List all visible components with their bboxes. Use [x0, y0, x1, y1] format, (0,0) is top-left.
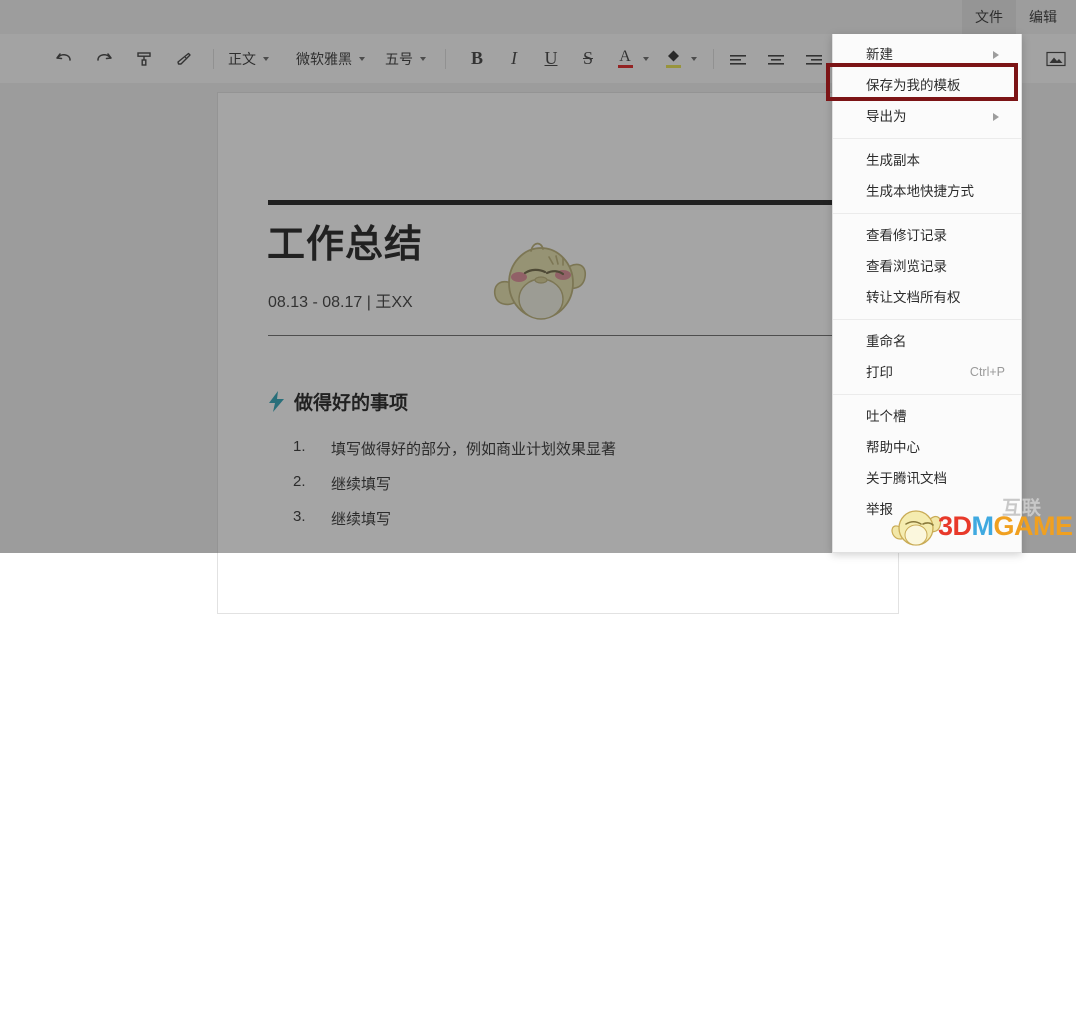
- redo-icon[interactable]: [88, 42, 120, 75]
- toolbar-separator: [713, 49, 714, 69]
- menubar-item-file[interactable]: 文件: [962, 0, 1016, 34]
- menu-item-feedback[interactable]: 吐个槽: [833, 401, 1021, 432]
- menu-separator: [833, 394, 1021, 395]
- menu-item-make-a-copy[interactable]: 生成副本: [833, 145, 1021, 176]
- menu-item-label: 转让文档所有权: [866, 290, 961, 305]
- list-item-number: 3.: [293, 508, 306, 525]
- file-dropdown-menu[interactable]: 新建 保存为我的模板 导出为 生成副本 生成本地快捷方式 查看修订记录 查看浏览…: [832, 34, 1022, 553]
- font-family-value: 微软雅黑: [296, 50, 352, 67]
- list-item-text: 继续填写: [331, 511, 392, 528]
- menu-separator: [833, 138, 1021, 139]
- font-size-value: 五号: [385, 50, 413, 67]
- menubar-item-edit[interactable]: 编辑: [1016, 0, 1070, 34]
- menu-item-create-local-shortcut[interactable]: 生成本地快捷方式: [833, 176, 1021, 207]
- document-subtitle: 08.13 - 08.17 | 王XX: [268, 294, 413, 311]
- menu-separator: [833, 319, 1021, 320]
- align-left-icon[interactable]: [723, 42, 753, 75]
- chevron-down-icon: [643, 56, 649, 61]
- menu-item-label: 打印: [866, 365, 893, 380]
- menu-item-label: 关于腾讯文档: [866, 471, 947, 486]
- list-item: 1. 填写做得好的部分，例如商业计划效果显著: [293, 438, 873, 459]
- menu-item-label: 导出为: [866, 109, 907, 124]
- menu-item-shortcut: Ctrl+P: [969, 365, 1005, 379]
- font-color-button[interactable]: A: [610, 42, 640, 75]
- menu-item-print[interactable]: 打印 Ctrl+P: [833, 357, 1021, 388]
- paint-bucket-icon: [667, 50, 679, 62]
- chevron-right-icon: [993, 112, 999, 121]
- menu-item-view-browse-history[interactable]: 查看浏览记录: [833, 251, 1021, 282]
- paragraph-style-value: 正文: [228, 50, 256, 67]
- align-right-icon[interactable]: [799, 42, 829, 75]
- menu-item-label: 重命名: [866, 334, 907, 349]
- document-ordered-list: 1. 填写做得好的部分，例如商业计划效果显著 2. 继续填写 3. 继续填写: [293, 438, 873, 543]
- format-painter-icon[interactable]: [128, 42, 160, 75]
- paragraph-style-dropdown[interactable]: 正文: [228, 42, 269, 75]
- menu-item-save-as-my-template[interactable]: 保存为我的模板: [833, 70, 1021, 101]
- toolbar-separator: [445, 49, 446, 69]
- chevron-down-icon: [263, 56, 269, 61]
- menu-item-new[interactable]: 新建: [833, 39, 1021, 70]
- highlight-color-swatch: [665, 65, 681, 68]
- menu-item-label: 保存为我的模板: [866, 78, 961, 93]
- list-item: 3. 继续填写: [293, 508, 873, 529]
- chick-mascot-illustration: [493, 242, 587, 320]
- document-section-title: 做得好的事项: [294, 393, 409, 414]
- menu-item-label: 帮助中心: [866, 440, 920, 455]
- menu-item-rename[interactable]: 重命名: [833, 326, 1021, 357]
- title-rule-top: [268, 200, 888, 205]
- font-color-dropdown[interactable]: [639, 42, 653, 75]
- list-item-number: 2.: [293, 473, 306, 490]
- list-item-number: 1.: [293, 438, 306, 455]
- font-size-dropdown[interactable]: 五号: [385, 42, 426, 75]
- italic-button[interactable]: I: [499, 42, 529, 75]
- list-item: 2. 继续填写: [293, 473, 873, 494]
- menu-item-label: 新建: [866, 47, 893, 62]
- chevron-down-icon: [359, 56, 365, 61]
- eraser-icon[interactable]: [168, 42, 200, 75]
- undo-icon[interactable]: [48, 42, 80, 75]
- chevron-down-icon: [691, 56, 697, 61]
- lightning-bolt-icon: [269, 391, 284, 412]
- menu-item-help-center[interactable]: 帮助中心: [833, 432, 1021, 463]
- highlight-color-button[interactable]: [658, 42, 688, 75]
- menu-item-about-tencent-docs[interactable]: 关于腾讯文档: [833, 463, 1021, 494]
- underline-button[interactable]: U: [536, 42, 566, 75]
- menu-item-transfer-ownership[interactable]: 转让文档所有权: [833, 282, 1021, 313]
- strikethrough-button[interactable]: S: [573, 42, 603, 75]
- menubar: 文件 编辑: [0, 0, 1076, 35]
- list-item-text: 填写做得好的部分，例如商业计划效果显著: [331, 441, 617, 458]
- document-section-header: 做得好的事项: [268, 388, 408, 415]
- list-item-text: 继续填写: [331, 476, 392, 493]
- menu-item-label: 吐个槽: [866, 409, 907, 424]
- menu-item-label: 生成本地快捷方式: [866, 184, 974, 199]
- menu-item-view-revision-history[interactable]: 查看修订记录: [833, 220, 1021, 251]
- document-page[interactable]: 工作总结 08.13 - 08.17 | 王XX 做得好的事项 1. 填写做得好…: [218, 93, 898, 613]
- menu-item-export-as[interactable]: 导出为: [833, 101, 1021, 132]
- menu-separator: [833, 213, 1021, 214]
- title-rule-bottom: [268, 335, 888, 336]
- chevron-down-icon: [420, 56, 426, 61]
- document-title: 工作总结: [267, 224, 424, 266]
- align-center-icon[interactable]: [761, 42, 791, 75]
- menu-item-label: 举报: [866, 502, 893, 517]
- font-color-swatch: [617, 64, 633, 68]
- toolbar-separator: [213, 49, 214, 69]
- font-family-dropdown[interactable]: 微软雅黑: [296, 42, 365, 75]
- chevron-right-icon: [993, 50, 999, 59]
- menu-item-label: 查看修订记录: [866, 228, 947, 243]
- highlight-color-dropdown[interactable]: [687, 42, 701, 75]
- font-color-letter: A: [619, 47, 631, 65]
- bold-button[interactable]: B: [462, 42, 492, 75]
- menu-item-label: 查看浏览记录: [866, 259, 947, 274]
- insert-image-icon[interactable]: [1041, 42, 1071, 75]
- menu-item-report[interactable]: 举报: [833, 494, 1021, 525]
- menu-item-label: 生成副本: [866, 153, 920, 168]
